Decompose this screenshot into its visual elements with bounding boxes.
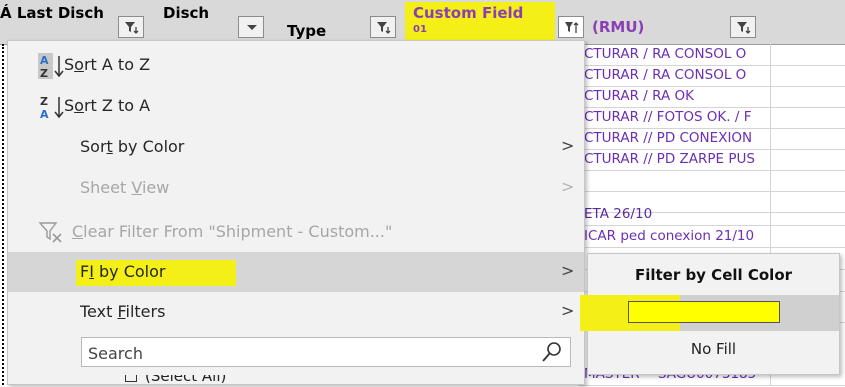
svg-text:Z: Z: [40, 95, 48, 108]
menu-item-sort-z-to-a[interactable]: Z A Sort Z to A: [8, 86, 584, 126]
svg-text:Z: Z: [40, 67, 48, 79]
search-icon[interactable]: [540, 341, 564, 363]
autofilter-menu: A Z Sort A to Z Z A Sort Z to A Sort by …: [7, 40, 585, 385]
svg-text:A: A: [40, 54, 49, 67]
sort-a-to-z-icon: A Z: [38, 53, 64, 79]
filter-dropdown-button[interactable]: [238, 16, 264, 38]
cell-text: ICAR ped conexion 21/10: [584, 228, 755, 244]
filter-icon: [565, 22, 579, 33]
svg-text:A: A: [40, 108, 49, 120]
label-part: by Color: [112, 137, 185, 156]
cell-text: CTURAR / RA CONSOL O: [584, 46, 747, 62]
cell-text: ETA 26/10: [584, 206, 653, 222]
cell-text: CTURAR / RA CONSOL O: [584, 67, 747, 83]
filter-icon: [377, 22, 391, 34]
sheet-cell[interactable]: [578, 170, 845, 192]
filter-dropdown-button[interactable]: [118, 16, 144, 38]
label-part: C: [72, 222, 84, 241]
label-part: ilters: [125, 302, 166, 321]
submenu-arrow-icon: >: [561, 301, 575, 320]
no-fill-option[interactable]: No Fill: [588, 340, 839, 358]
sheet-cell[interactable]: CTURAR // FOTOS OK. / F: [578, 107, 845, 129]
label-part: F: [117, 302, 126, 321]
filter-dropdown-button-active[interactable]: [558, 16, 584, 38]
select-all-item[interactable]: (Select All): [81, 375, 571, 387]
filter-icon: [125, 22, 139, 34]
color-swatch-row[interactable]: [580, 295, 839, 331]
menu-item-sort-a-to-z[interactable]: A Z Sort A to Z: [8, 45, 584, 85]
menu-item-text-filters[interactable]: Text Filters >: [8, 292, 584, 332]
label-part: S: [64, 96, 75, 115]
label-part: Text: [80, 302, 118, 321]
filter-dropdown-button[interactable]: [730, 16, 756, 38]
column-header-label: Type: [287, 22, 327, 40]
submenu-title: Filter by Cell Color: [634, 266, 793, 284]
clear-filter-icon: [38, 222, 62, 243]
filter-by-color-submenu: Filter by Cell Color No Fill: [580, 253, 840, 375]
sheet-cell[interactable]: CTURAR // PD CONEXION: [578, 128, 845, 150]
label-part: Sheet: [80, 178, 132, 197]
menu-item-sheet-view: Sheet View >: [8, 168, 584, 208]
column-header-label: Á Last Disch: [0, 4, 104, 22]
label-part: by Color: [93, 262, 166, 281]
sheet-cell[interactable]: CTURAR / RA OK: [578, 86, 845, 108]
label-part: iew: [141, 178, 170, 197]
search-input[interactable]: [86, 341, 520, 365]
submenu-arrow-icon: >: [561, 261, 575, 280]
select-all-label: (Select All): [145, 375, 227, 385]
sheet-cell[interactable]: CTURAR / RA CONSOL O: [578, 44, 845, 66]
row-border-dashes: [2, 44, 6, 385]
menu-item-sort-by-color[interactable]: Sort by Color >: [8, 127, 584, 167]
column-header-label: Custom Field: [413, 4, 524, 22]
cell-text: CTURAR // FOTOS OK. / F: [584, 109, 752, 125]
filter-dropdown-button[interactable]: [370, 16, 396, 38]
label-part: rt A to Z: [83, 55, 151, 74]
label-part: F: [80, 262, 90, 281]
column-header-label: Disch: [163, 4, 210, 22]
label-part: V: [131, 178, 142, 197]
cell-text: CTURAR / RA OK: [584, 88, 694, 104]
sheet-cell[interactable]: CTURAR // PD ZARPE PUS: [578, 149, 845, 171]
column-header-label: (RMU): [592, 18, 645, 36]
label-part: rt Z to A: [83, 96, 151, 115]
label-part: S: [64, 55, 75, 74]
cell-text: CTURAR // PD CONEXION: [584, 130, 753, 146]
checkbox[interactable]: [125, 375, 137, 382]
label-part: Sor: [80, 137, 107, 156]
label-part: lear Filter From "Shipment - Custom...": [83, 222, 393, 241]
submenu-arrow-icon: >: [561, 177, 575, 196]
cell-text: CTURAR // PD ZARPE PUS: [584, 151, 755, 167]
search-field[interactable]: [81, 337, 571, 367]
column-header-row: Á Last Disch Disch Type Custom Field 01 …: [0, 0, 845, 45]
label-part: o: [74, 96, 84, 115]
filter-icon: [737, 22, 751, 34]
sheet-cell[interactable]: ICAR ped conexion 21/10: [578, 226, 845, 248]
label-part: o: [74, 55, 84, 74]
menu-item-clear-filter: Clear Filter From "Shipment - Custom...": [8, 212, 584, 252]
menu-item-filter-by-color[interactable]: FI by Color >: [8, 252, 584, 292]
yellow-color-swatch[interactable]: [628, 301, 780, 323]
sort-z-to-a-icon: Z A: [40, 95, 64, 120]
submenu-arrow-icon: >: [561, 136, 575, 155]
sheet-cell[interactable]: ETA 26/10: [578, 204, 845, 226]
column-header-label-line2: 01: [413, 24, 427, 35]
sheet-cell[interactable]: CTURAR / RA CONSOL O: [578, 65, 845, 87]
chevron-down-icon: [247, 25, 257, 30]
